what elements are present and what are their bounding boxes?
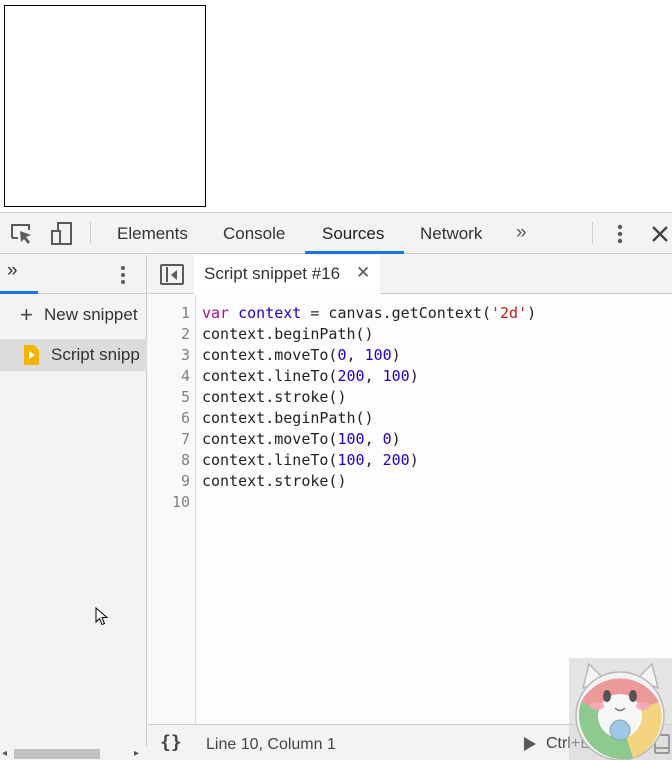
play-icon [524, 737, 536, 751]
device-toolbar-icon[interactable] [49, 221, 75, 247]
toolbar-separator [592, 222, 593, 244]
scrollbar-thumb[interactable] [14, 749, 100, 759]
code-line: context.stroke() [202, 388, 347, 406]
cat-mascot-watermark-icon [569, 658, 672, 760]
line-number: 1 [180, 304, 190, 322]
canvas-element[interactable] [4, 5, 206, 207]
tab-sources[interactable]: Sources [322, 213, 384, 254]
tab-network[interactable]: Network [420, 213, 482, 254]
code-line: context.beginPath() [202, 409, 374, 427]
navigator-menu-icon[interactable] [114, 264, 132, 286]
mouse-cursor-icon [95, 607, 109, 626]
line-number: 3 [180, 346, 190, 364]
code-line: context.stroke() [202, 472, 347, 490]
plus-icon: + [20, 303, 33, 327]
code-lines: var context = canvas.getContext('2d') co… [202, 303, 536, 513]
close-tab-icon[interactable]: ✕ [356, 263, 370, 283]
new-snippet-label: New snippet [44, 305, 138, 324]
snippet-file-icon [24, 345, 39, 365]
code-line: context.moveTo(100, 0) [202, 430, 401, 448]
kebab-menu-icon[interactable] [607, 221, 633, 247]
file-tab-label: Script snippet #16 [204, 264, 341, 283]
inspect-element-icon[interactable] [9, 221, 35, 247]
tab-elements[interactable]: Elements [117, 213, 188, 254]
scroll-left-arrow-icon[interactable]: ◂ [2, 746, 7, 760]
code-line: context.lineTo(200, 100) [202, 367, 419, 385]
line-number: 9 [180, 472, 190, 490]
toggle-navigator-icon[interactable] [160, 264, 184, 285]
close-devtools-icon[interactable] [648, 221, 672, 247]
line-number: 4 [180, 367, 190, 385]
devtools-toolbar: Elements Console Sources Network » [0, 213, 672, 254]
scroll-right-arrow-icon[interactable]: ▸ [134, 746, 139, 760]
sources-navigator: » + New snippet Script snipp ◂ ▸ [0, 255, 147, 760]
line-number: 6 [180, 409, 190, 427]
active-tab-indicator [305, 251, 404, 254]
more-tabs-chevron-icon[interactable]: » [516, 213, 527, 254]
navigator-header: » [0, 255, 147, 294]
code-line: context.lineTo(100, 200) [202, 451, 419, 469]
navigator-more-tabs-icon[interactable]: » [7, 260, 18, 282]
line-number: 10 [171, 493, 190, 511]
editor-file-tab[interactable]: Script snippet #16 ✕ [194, 255, 380, 294]
line-number-gutter: 1 2 3 4 5 6 7 8 9 10 [148, 295, 196, 724]
new-snippet-button[interactable]: + New snippet [0, 303, 147, 329]
snippet-label: Script snipp [51, 345, 140, 364]
line-number: 7 [180, 430, 190, 448]
line-number: 5 [180, 388, 190, 406]
code-line: context.moveTo(0, 100) [202, 346, 401, 364]
snippet-list-item[interactable]: Script snipp [0, 339, 147, 371]
cursor-position: Line 10, Column 1 [206, 736, 336, 753]
editor-tab-strip: Script snippet #16 ✕ [148, 255, 672, 294]
toolbar-separator [90, 222, 91, 244]
line-number: 8 [180, 451, 190, 469]
navigator-horizontal-scrollbar[interactable]: ◂ ▸ [0, 746, 147, 760]
line-number: 2 [180, 325, 190, 343]
inspected-page [0, 0, 672, 212]
pretty-print-button[interactable]: {} [160, 732, 182, 753]
code-line: context.beginPath() [202, 325, 374, 343]
code-line: var context = canvas.getContext('2d') [202, 304, 537, 322]
navigator-tab-indicator [0, 291, 38, 294]
tab-console[interactable]: Console [223, 213, 285, 254]
